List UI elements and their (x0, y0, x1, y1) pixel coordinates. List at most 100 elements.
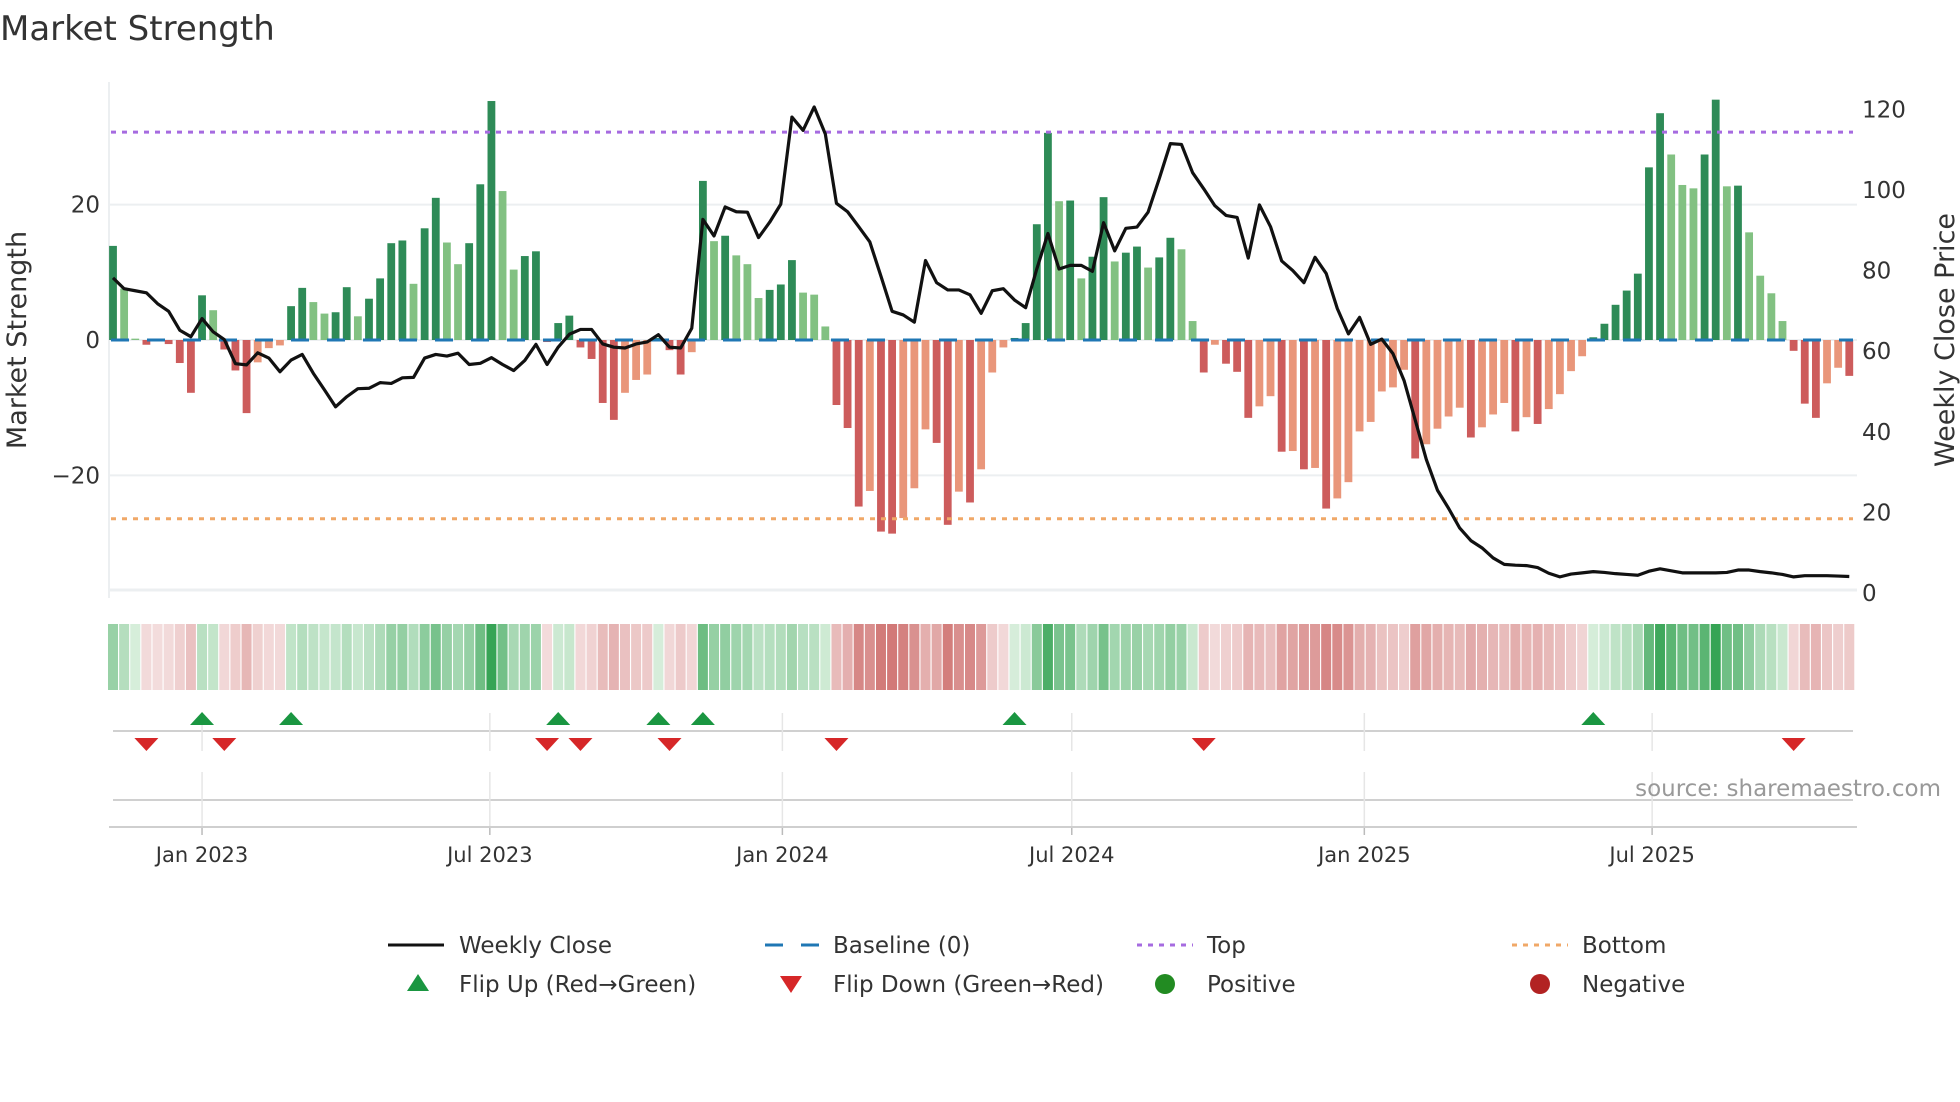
heat-cell (1321, 624, 1332, 690)
x-tick-label: Jul 2024 (1027, 843, 1114, 867)
flip-markers-panel (113, 712, 1853, 827)
heat-cell (686, 624, 697, 690)
legend: Weekly Close Baseline (0) Top Bottom Flip Up… (388, 933, 1685, 998)
strength-bar (888, 340, 896, 534)
strength-bar (1055, 201, 1063, 340)
heat-cell (775, 624, 786, 690)
strength-bar (1277, 340, 1286, 452)
strength-bar (1722, 186, 1731, 340)
strength-bar (287, 306, 295, 340)
heat-cell (898, 624, 909, 690)
y2-tick-label: 100 (1862, 178, 1906, 204)
strength-bar (932, 340, 941, 443)
strength-bar (1255, 340, 1264, 407)
strength-bar (1834, 340, 1843, 368)
heat-cell (931, 624, 942, 690)
strength-bar (1222, 340, 1230, 364)
heat-cell (1577, 624, 1588, 690)
heat-cell (141, 624, 152, 690)
strength-bar (1500, 340, 1509, 403)
strength-bar (1567, 340, 1575, 372)
strength-bars (109, 99, 1854, 534)
heat-cell (386, 624, 397, 690)
heat-cell (965, 624, 976, 690)
strength-bar (1300, 340, 1308, 470)
strength-bar (1711, 99, 1720, 340)
heat-cell (631, 624, 642, 690)
heat-cell (575, 624, 586, 690)
heat-cell (1187, 624, 1198, 690)
y2-tick-label: 120 (1862, 97, 1906, 123)
heat-cell (1632, 624, 1643, 690)
heat-cell (1109, 624, 1120, 690)
heat-cell (809, 624, 820, 690)
strength-bar (1645, 167, 1653, 340)
legend-item-triangle-up: Flip Up (Red→Green) (407, 972, 696, 998)
strength-bar (1656, 113, 1664, 340)
strength-bar (721, 235, 730, 340)
flip-down-marker (1781, 738, 1806, 751)
strength-bar (253, 340, 262, 363)
strength-bar (409, 283, 418, 340)
strength-bar (1667, 154, 1676, 340)
heat-cell (1844, 624, 1855, 690)
heat-cell (1054, 624, 1065, 690)
heat-cell (341, 624, 352, 690)
strength-bar (520, 256, 529, 340)
heat-cell (1499, 624, 1510, 690)
strength-bar (175, 340, 184, 364)
flip-down-marker (568, 738, 593, 751)
heat-cell (1677, 624, 1688, 690)
heat-cell (397, 624, 408, 690)
heat-cell (1432, 624, 1443, 690)
heat-cell (1399, 624, 1410, 690)
strength-bar (276, 340, 284, 346)
source-label: source: sharemaestro.com (1635, 776, 1941, 802)
legend-item-dotted-line-purple: Top (1137, 933, 1246, 959)
heat-cell (219, 624, 230, 690)
strength-bar (1121, 252, 1130, 340)
strength-bar (999, 340, 1008, 348)
strength-bar (832, 340, 841, 405)
heat-cell (731, 624, 742, 690)
heat-cell (230, 624, 241, 690)
heat-cell (375, 624, 386, 690)
heat-cell (408, 624, 419, 690)
strength-bar (943, 340, 952, 525)
heat-cell (1710, 624, 1721, 690)
strength-bar (1311, 340, 1319, 468)
strength-bar (1689, 188, 1698, 340)
strength-bar (1077, 278, 1086, 340)
heat-cell (1755, 624, 1766, 690)
heat-cell (1343, 624, 1354, 690)
strength-bar (309, 302, 318, 340)
strength-bar (1622, 290, 1631, 340)
y2-tick-label: 60 (1862, 339, 1891, 365)
strength-bar (1444, 340, 1453, 417)
strength-bar (342, 287, 351, 340)
strength-bar (1288, 340, 1297, 452)
heat-cell (942, 624, 953, 690)
heat-cell (1454, 624, 1465, 690)
y-tick-label: 0 (85, 328, 100, 354)
flip-down-marker (824, 738, 849, 751)
heat-cell (1699, 624, 1710, 690)
strength-bar (1734, 185, 1742, 340)
strength-bar (454, 264, 462, 340)
strength-bar (1466, 340, 1475, 438)
strength-bar (1110, 261, 1119, 340)
flip-up-marker (646, 712, 671, 725)
heat-cell (1799, 624, 1810, 690)
heat-cell (1465, 624, 1476, 690)
heat-cell (1031, 624, 1042, 690)
strength-bar (1767, 293, 1776, 340)
y2-tick-label: 20 (1862, 500, 1891, 526)
legend-item-circle-green: Positive (1155, 972, 1296, 998)
heat-cell (263, 624, 274, 690)
strength-bar (164, 340, 173, 345)
heat-cell (1666, 624, 1677, 690)
heat-cell (197, 624, 208, 690)
circle-green-icon (1155, 974, 1175, 994)
strength-bar (1433, 340, 1442, 429)
heat-cell (1688, 624, 1699, 690)
